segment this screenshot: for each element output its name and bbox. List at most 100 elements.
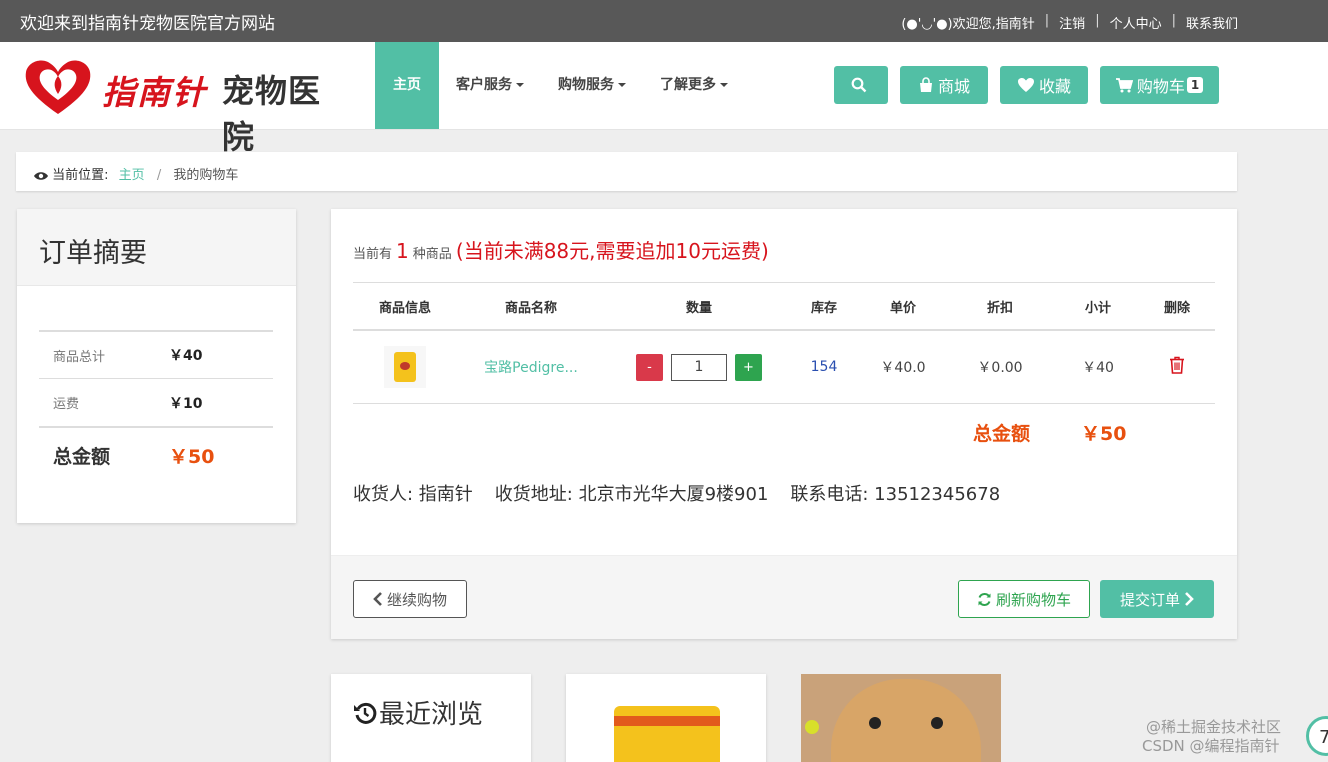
dog-food-bag-image <box>394 352 416 382</box>
shipping-warning: (当前未满88元,需要追加10元运费) <box>455 239 769 263</box>
logout-link[interactable]: 注销 <box>1059 13 1085 32</box>
logo-brand-type: 宠物医院 <box>222 72 322 156</box>
submit-order-button[interactable]: 提交订单 <box>1100 580 1214 618</box>
goods-total-value: ￥40 <box>169 348 203 364</box>
submit-order-label: 提交订单 <box>1119 590 1180 609</box>
floating-badge[interactable]: 7 <box>1306 716 1328 756</box>
watermark-juejin: @稀土掘金技术社区 <box>1146 718 1282 736</box>
cart-total-label: 总金额 <box>973 423 1031 445</box>
delivery-info: 收货人: 指南针 收货地址: 北京市光华大厦9楼901 联系电话: 135123… <box>353 480 1000 506</box>
dog-eye <box>869 717 881 729</box>
menu-item-home[interactable]: 主页 <box>375 42 439 129</box>
user-center-link[interactable]: 个人中心 <box>1110 13 1162 32</box>
trash-icon[interactable] <box>1169 356 1185 374</box>
logo-brand-name: 指南针 <box>102 73 207 112</box>
product-thumbnail[interactable] <box>384 346 426 388</box>
continue-shopping-button[interactable]: 继续购物 <box>353 580 467 618</box>
discount-value: ￥0.00 <box>977 360 1023 376</box>
favorites-label: 收藏 <box>1038 77 1071 96</box>
column-header: 删除 <box>1163 300 1190 316</box>
table-row: 宝路Pedigre... - 1 + 154 ￥40.0 ￥0.00 ￥40 <box>353 331 1215 404</box>
delivery-address: 收货地址: 北京市光华大厦9楼901 <box>494 484 769 505</box>
breadcrumb-separator: / <box>156 168 162 183</box>
search-button[interactable] <box>834 66 888 104</box>
column-header: 商品信息 <box>378 300 431 316</box>
main-menu: 主页 客户服务 购物服务 了解更多 <box>375 42 745 129</box>
quantity-stepper: - 1 + <box>605 353 793 381</box>
breadcrumb-current: 我的购物车 <box>173 168 239 183</box>
column-header: 小计 <box>1084 300 1111 316</box>
menu-item-learn-more[interactable]: 了解更多 <box>643 42 745 129</box>
breadcrumb-label: 当前位置: <box>52 168 109 183</box>
mall-label: 商城 <box>937 77 970 96</box>
separator: | <box>1044 13 1050 28</box>
product-image-cell <box>353 346 457 388</box>
column-header: 商品名称 <box>504 300 557 316</box>
main-navbar: 指南针 宠物医院 主页 客户服务 购物服务 了解更多 商城 收藏 购物车 1 <box>0 42 1328 156</box>
notice-prefix: 当前有 <box>353 247 393 262</box>
chevron-right-icon <box>1185 592 1194 606</box>
top-bar: 欢迎来到指南针宠物医院官方网站 (●'◡'●)欢迎您,指南针 | 注销 | 个人… <box>0 0 1328 42</box>
heart-icon <box>1017 78 1034 92</box>
increase-quantity-button[interactable]: + <box>735 353 762 381</box>
breadcrumb-home-link[interactable]: 主页 <box>119 168 145 183</box>
recently-viewed-label: 最近浏览 <box>379 700 484 730</box>
heart-logo-icon <box>25 60 91 114</box>
summary-row-goods-total: 商品总计 ￥40 <box>39 330 273 378</box>
column-header: 单价 <box>889 300 916 316</box>
separator: | <box>1095 13 1100 28</box>
nav-buttons: 商城 收藏 购物车 1 <box>834 66 1219 104</box>
cart-table: 商品信息 商品名称 数量 库存 单价 折扣 小计 删除 宝路Pedigre...… <box>353 282 1215 404</box>
cart-count-badge: 1 <box>1186 77 1204 93</box>
favorites-button[interactable]: 收藏 <box>1000 66 1088 104</box>
mall-button[interactable]: 商城 <box>900 66 988 104</box>
user-greeting: (●'◡'●)欢迎您,指南针 <box>901 17 1035 32</box>
chevron-down-icon <box>618 83 626 87</box>
menu-item-shopping-service[interactable]: 购物服务 <box>541 42 643 129</box>
dog-eye <box>931 717 943 729</box>
order-summary-rows: 商品总计 ￥40 运费 ￥10 总金额 ￥50 <box>39 330 273 482</box>
history-icon <box>354 702 377 724</box>
watermark-csdn: CSDN @编程指南针 <box>1142 737 1280 755</box>
order-summary-title: 订单摘要 <box>17 209 296 286</box>
recent-product-card[interactable] <box>566 674 766 762</box>
shipping-value: ￥10 <box>169 395 203 412</box>
summary-row-shipping: 运费 ￥10 <box>39 378 273 426</box>
menu-label: 了解更多 <box>660 77 716 93</box>
goods-total-label: 商品总计 <box>53 349 106 365</box>
chevron-left-icon <box>373 592 382 606</box>
recent-product-card[interactable] <box>801 674 1001 762</box>
site-logo[interactable]: 指南针 宠物医院 <box>22 56 352 156</box>
quantity-cell: - 1 + <box>605 353 793 381</box>
top-links: (●'◡'●)欢迎您,指南针 | 注销 | 个人中心 | 联系我们 <box>901 13 1238 32</box>
summary-row-grand-total: 总金额 ￥50 <box>39 426 273 482</box>
recently-viewed-title: 最近浏览 <box>353 694 483 731</box>
menu-label: 客户服务 <box>456 77 512 93</box>
column-header: 库存 <box>810 300 837 316</box>
cart-total-line: 总金额 ￥50 <box>353 419 1215 459</box>
cart-notice: 当前有 1 种商品 (当前未满88元,需要追加10元运费) <box>353 235 769 264</box>
decrease-quantity-button[interactable]: - <box>636 353 663 381</box>
chevron-down-icon <box>516 83 524 87</box>
contact-phone: 联系电话: 13512345678 <box>790 484 1001 505</box>
shopping-bag-icon <box>919 77 932 92</box>
quantity-input[interactable]: 1 <box>671 353 727 381</box>
product-name-link[interactable]: 宝路Pedigre... <box>457 357 605 377</box>
search-icon <box>851 77 867 93</box>
cart-panel: 当前有 1 种商品 (当前未满88元,需要追加10元运费) 商品信息 商品名称 数量… <box>331 209 1237 639</box>
continue-shopping-label: 继续购物 <box>386 590 447 609</box>
cart-button[interactable]: 购物车 1 <box>1100 66 1219 104</box>
refresh-cart-button[interactable]: 刷新购物车 <box>958 580 1090 618</box>
menu-item-customer-service[interactable]: 客户服务 <box>439 42 541 129</box>
contact-link[interactable]: 联系我们 <box>1186 13 1238 32</box>
refresh-cart-label: 刷新购物车 <box>995 590 1071 609</box>
eye-icon <box>34 171 48 180</box>
separator: | <box>1171 13 1176 28</box>
unit-price: ￥40.0 <box>880 360 926 376</box>
receiver-name: 收货人: 指南针 <box>353 484 473 505</box>
cart-total-value: ￥50 <box>1081 423 1127 445</box>
site-welcome-text: 欢迎来到指南针宠物医院官方网站 <box>20 14 275 34</box>
column-header: 折扣 <box>986 300 1013 316</box>
ball-image <box>805 720 819 734</box>
dog-food-bag-image <box>614 706 720 762</box>
